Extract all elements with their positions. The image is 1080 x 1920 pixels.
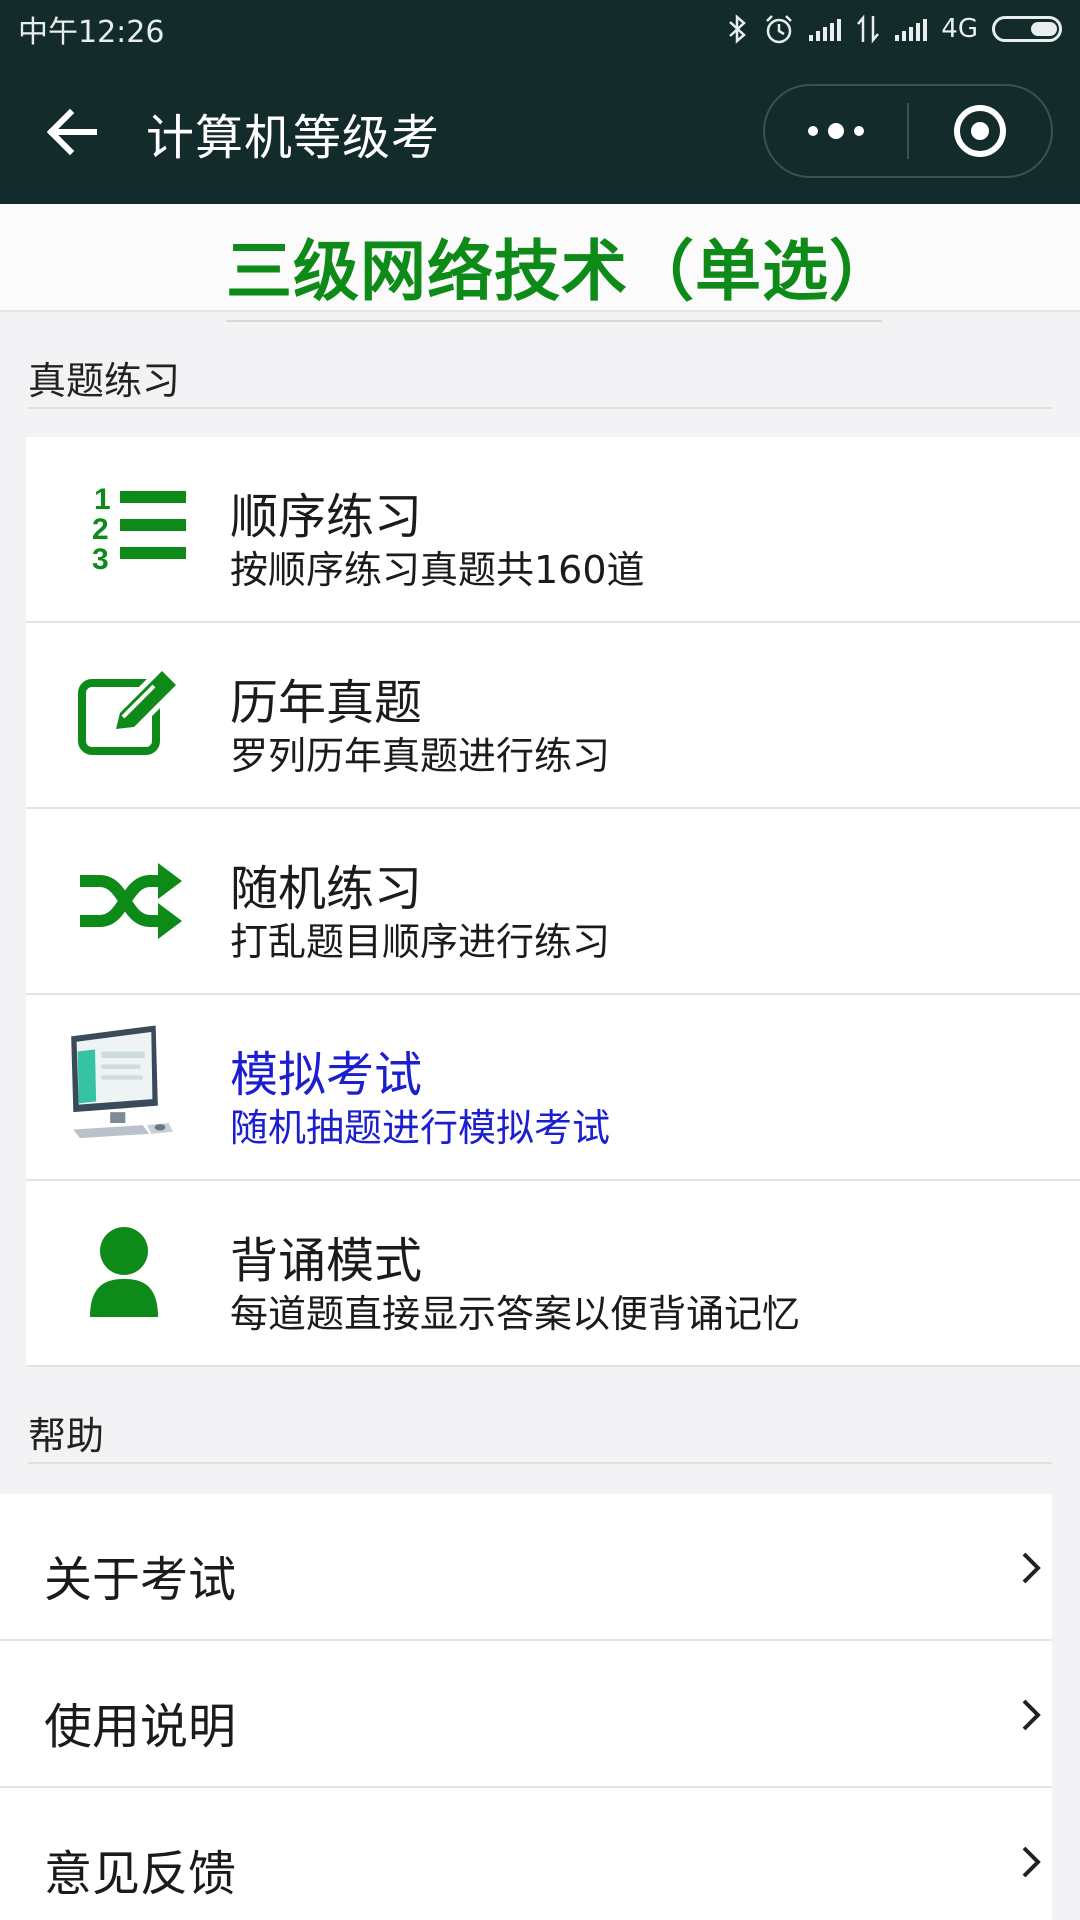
practice-item-title: 随机练习 bbox=[230, 861, 423, 917]
practice-item-title: 模拟考试 bbox=[230, 1047, 423, 1103]
help-item-label: 意见反馈 bbox=[44, 1846, 237, 1902]
status-bar: 中午12:26 4G bbox=[0, 0, 1080, 58]
help-item-label: 使用说明 bbox=[44, 1699, 237, 1755]
target-icon bbox=[953, 105, 1006, 157]
nav-bar: 计算机等级考 bbox=[0, 58, 1080, 204]
page-header: 三级网络技术（单选） bbox=[0, 204, 1080, 322]
chevron-right-icon bbox=[1022, 1699, 1041, 1731]
practice-item-desc: 随机抽题进行模拟考试 bbox=[230, 1106, 611, 1150]
practice-item-sequential[interactable]: 1 2 3 顺序练习 按顺序练习真题共160道 bbox=[26, 437, 1080, 623]
battery-icon bbox=[992, 16, 1062, 42]
practice-item-desc: 罗列历年真题进行练习 bbox=[230, 734, 611, 778]
help-item-about-exam[interactable]: 关于考试 bbox=[0, 1494, 1052, 1641]
mini-program-capsule bbox=[763, 84, 1053, 178]
shuffle-icon bbox=[80, 863, 182, 939]
section-label-help: 帮助 bbox=[28, 1414, 105, 1458]
practice-item-title: 历年真题 bbox=[230, 675, 423, 731]
practice-item-desc: 按顺序练习真题共160道 bbox=[230, 548, 645, 592]
practice-item-title: 背诵模式 bbox=[230, 1233, 423, 1289]
practice-item-random[interactable]: 随机练习 打乱题目顺序进行练习 bbox=[26, 809, 1080, 995]
section-divider bbox=[28, 1462, 1052, 1464]
page-title: 三级网络技术（单选） bbox=[226, 218, 895, 322]
nav-title: 计算机等级考 bbox=[146, 110, 441, 166]
status-time: 中午12:26 bbox=[18, 15, 165, 50]
help-item-instructions[interactable]: 使用说明 bbox=[0, 1641, 1052, 1788]
user-icon bbox=[90, 1227, 158, 1317]
edit-icon bbox=[78, 663, 184, 755]
close-button[interactable] bbox=[909, 86, 1051, 176]
svg-text:1: 1 bbox=[94, 483, 111, 516]
practice-item-mock-exam[interactable]: 模拟考试 随机抽题进行模拟考试 bbox=[26, 995, 1080, 1181]
practice-item-title: 顺序练习 bbox=[230, 489, 423, 545]
more-button[interactable] bbox=[765, 86, 907, 176]
bluetooth-icon bbox=[729, 14, 747, 44]
data-transfer-icon bbox=[857, 14, 880, 44]
signal-icon bbox=[895, 17, 928, 41]
practice-item-desc: 每道题直接显示答案以便背诵记忆 bbox=[230, 1292, 801, 1336]
more-dots-icon bbox=[808, 123, 864, 139]
computer-icon bbox=[71, 1025, 173, 1139]
alarm-icon bbox=[766, 15, 793, 44]
practice-item-desc: 打乱题目顺序进行练习 bbox=[230, 920, 611, 964]
ordered-list-icon: 1 2 3 bbox=[92, 483, 186, 576]
chevron-right-icon bbox=[1022, 1552, 1041, 1584]
help-item-feedback[interactable]: 意见反馈 bbox=[0, 1788, 1052, 1920]
section-label-practice: 真题练习 bbox=[28, 359, 181, 403]
signal-icon bbox=[809, 17, 842, 41]
practice-item-recite[interactable]: 背诵模式 每道题直接显示答案以便背诵记忆 bbox=[26, 1181, 1080, 1367]
practice-list: 1 2 3 顺序练习 按顺序练习真题共160道 历年真题 罗列历年真题进行练习 bbox=[26, 437, 1080, 1367]
svg-text:3: 3 bbox=[92, 543, 109, 576]
help-list: 关于考试 使用说明 意见反馈 bbox=[0, 1494, 1052, 1920]
status-icons: 4G bbox=[727, 13, 1062, 45]
network-type: 4G bbox=[941, 14, 978, 44]
section-divider bbox=[28, 407, 1052, 409]
practice-item-past-exams[interactable]: 历年真题 罗列历年真题进行练习 bbox=[26, 623, 1080, 809]
arrow-left-icon[interactable] bbox=[44, 104, 100, 160]
svg-text:2: 2 bbox=[92, 513, 109, 546]
chevron-right-icon bbox=[1022, 1846, 1041, 1878]
help-item-label: 关于考试 bbox=[44, 1552, 237, 1608]
